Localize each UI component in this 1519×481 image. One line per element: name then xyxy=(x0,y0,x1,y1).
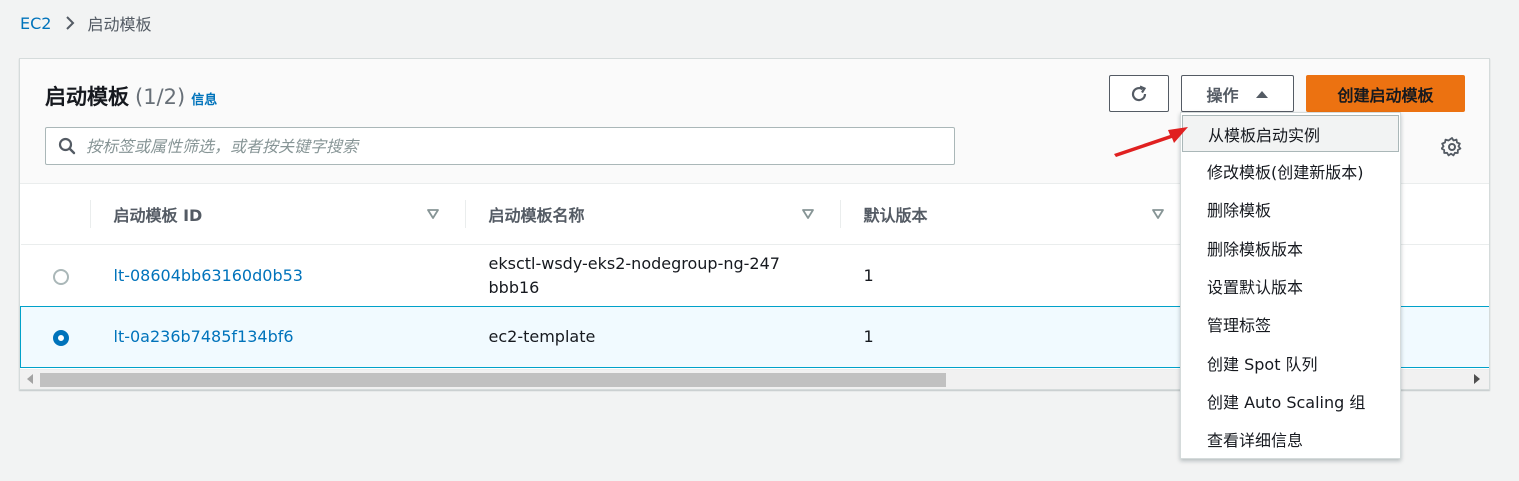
actions-label: 操作 xyxy=(1206,85,1239,105)
breadcrumb-ec2-link[interactable]: EC2 xyxy=(20,14,51,33)
caret-up-icon xyxy=(1255,89,1269,99)
menu-item-launch-instance[interactable]: 从模板启动实例 xyxy=(1182,115,1399,152)
column-divider xyxy=(839,200,841,228)
menu-item-view-details[interactable]: 查看详细信息 xyxy=(1181,420,1400,458)
template-id-link[interactable]: lt-08604bb63160d0b53 xyxy=(114,266,303,285)
panel-title: 启动模板 (1/2) 信息 xyxy=(45,81,217,111)
sort-down-icon[interactable] xyxy=(801,209,814,219)
search-input[interactable] xyxy=(86,136,936,156)
page-title: 启动模板 xyxy=(45,85,129,109)
row-radio-selected[interactable] xyxy=(53,330,70,346)
sort-down-icon[interactable] xyxy=(426,209,439,219)
select-column-header xyxy=(21,184,90,245)
menu-item-manage-tags[interactable]: 管理标签 xyxy=(1181,305,1400,343)
breadcrumb-current: 启动模板 xyxy=(87,15,152,34)
menu-item-modify-template[interactable]: 修改模板(创建新版本) xyxy=(1181,152,1400,190)
column-header-label: 启动模板 ID xyxy=(113,206,203,225)
search-icon xyxy=(58,137,76,155)
actions-button[interactable]: 操作 xyxy=(1181,75,1294,112)
template-name-cell: eksctl-wsdy-eks2-nodegroup-ng-247bbb16 xyxy=(465,245,840,307)
chevron-right-icon xyxy=(65,15,75,31)
column-header-label: 启动模板名称 xyxy=(488,206,585,225)
scroll-left-icon[interactable] xyxy=(26,374,34,384)
template-id-link[interactable]: lt-0a236b7485f134bf6 xyxy=(114,327,294,346)
row-radio[interactable] xyxy=(53,268,69,285)
default-version-cell: 1 xyxy=(863,327,874,346)
menu-item-create-spot-fleet[interactable]: 创建 Spot 队列 xyxy=(1181,343,1400,381)
column-header-name[interactable]: 启动模板名称 xyxy=(464,184,840,245)
menu-item-delete-template[interactable]: 删除模板 xyxy=(1181,190,1400,228)
template-name: eksctl-wsdy-eks2-nodegroup-ng-247bbb16 xyxy=(488,253,780,297)
template-id-cell: lt-0a236b7485f134bf6 xyxy=(90,307,465,368)
search-field[interactable] xyxy=(45,127,955,165)
gear-icon[interactable] xyxy=(1441,136,1463,158)
column-header-default-version[interactable]: 默认版本 xyxy=(839,184,1190,245)
refresh-button[interactable] xyxy=(1109,75,1169,112)
scroll-right-icon[interactable] xyxy=(1473,374,1481,384)
selection-count: (1/2) xyxy=(135,85,186,109)
breadcrumb: EC2 启动模板 xyxy=(20,11,151,35)
scrollbar-thumb[interactable] xyxy=(40,373,946,387)
sort-down-icon[interactable] xyxy=(1151,209,1164,219)
column-header-label: 默认版本 xyxy=(863,206,928,225)
row-select-cell xyxy=(21,245,90,307)
template-id-cell: lt-08604bb63160d0b53 xyxy=(90,245,465,307)
row-select-cell xyxy=(21,307,90,368)
create-launch-template-button[interactable]: 创建启动模板 xyxy=(1306,75,1465,112)
refresh-icon xyxy=(1129,84,1149,104)
menu-item-delete-version[interactable]: 删除模板版本 xyxy=(1181,229,1400,267)
column-divider xyxy=(89,200,91,228)
annotation-arrow-icon xyxy=(1114,127,1188,157)
menu-item-set-default-version[interactable]: 设置默认版本 xyxy=(1181,267,1400,305)
template-name: ec2-template xyxy=(488,327,596,346)
info-link[interactable]: 信息 xyxy=(191,89,217,108)
template-name-cell: ec2-template xyxy=(465,307,840,368)
actions-dropdown-menu: 从模板启动实例 修改模板(创建新版本) 删除模板 删除模板版本 设置默认版本 管… xyxy=(1180,112,1401,459)
menu-item-create-auto-scaling-group[interactable]: 创建 Auto Scaling 组 xyxy=(1181,382,1400,420)
column-header-id[interactable]: 启动模板 ID xyxy=(89,184,465,245)
default-version-cell: 1 xyxy=(863,265,874,285)
column-divider xyxy=(464,200,466,228)
